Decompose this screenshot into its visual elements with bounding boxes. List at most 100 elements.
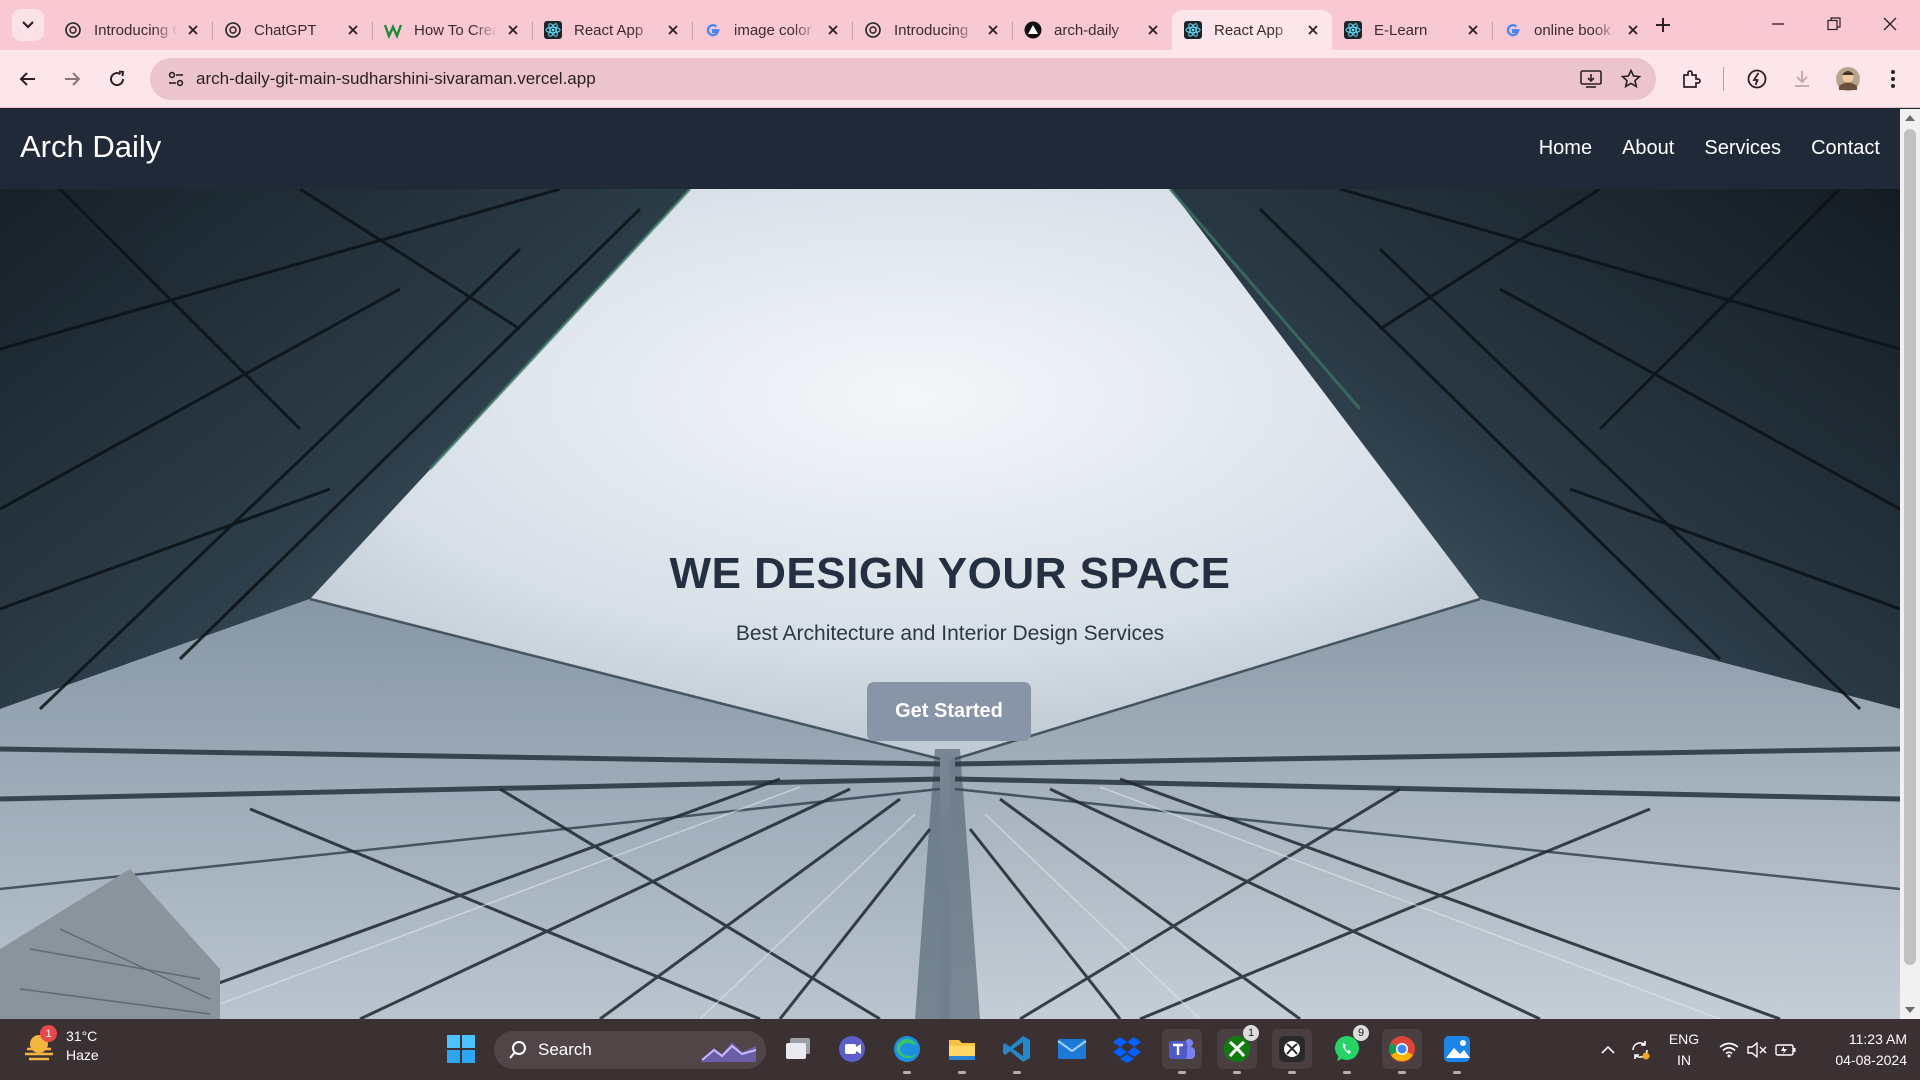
weather-haze-icon: 1 bbox=[22, 1025, 57, 1063]
search-icon bbox=[509, 1041, 526, 1059]
scrollbar-thumb[interactable] bbox=[1904, 129, 1916, 965]
weather-temp: 31°C bbox=[66, 1028, 98, 1044]
tab-0[interactable]: Introducing ChatGPT bbox=[52, 10, 212, 50]
mail-icon[interactable] bbox=[1052, 1029, 1092, 1069]
tab-8[interactable]: E-Learn bbox=[1332, 10, 1492, 50]
close-tab-icon[interactable] bbox=[824, 21, 842, 39]
back-button[interactable] bbox=[12, 63, 44, 95]
openai-icon bbox=[864, 21, 882, 39]
tab-5[interactable]: Introducing bbox=[852, 10, 1012, 50]
battery-charging-icon[interactable] bbox=[1772, 1019, 1800, 1080]
minimize-button[interactable] bbox=[1750, 0, 1806, 48]
get-started-button[interactable]: Get Started bbox=[867, 682, 1031, 741]
dropbox-icon[interactable] bbox=[1107, 1029, 1147, 1069]
close-tab-icon[interactable] bbox=[664, 21, 682, 39]
scroll-down-arrow-icon[interactable] bbox=[1900, 1001, 1920, 1019]
chevron-down-icon bbox=[22, 21, 34, 29]
close-tab-icon[interactable] bbox=[984, 21, 1002, 39]
bookmark-star-icon[interactable] bbox=[1616, 64, 1646, 94]
nav-link-home[interactable]: Home bbox=[1539, 137, 1592, 160]
downloads-button[interactable] bbox=[1786, 63, 1818, 95]
vscode-icon[interactable] bbox=[997, 1029, 1037, 1074]
tab-4[interactable]: image color bbox=[692, 10, 852, 50]
browser-menu-button[interactable] bbox=[1877, 63, 1909, 95]
tab-3[interactable]: React App bbox=[532, 10, 692, 50]
react-icon bbox=[1344, 21, 1362, 39]
edge-icon[interactable] bbox=[887, 1029, 927, 1074]
google-icon bbox=[1504, 21, 1522, 39]
install-app-icon[interactable] bbox=[1576, 64, 1606, 94]
teams-icon[interactable] bbox=[1162, 1029, 1202, 1074]
clock-date: 04-08-2024 bbox=[1835, 1052, 1907, 1068]
hero-subtitle: Best Architecture and Interior Design Se… bbox=[735, 622, 1165, 645]
performance-button[interactable] bbox=[1741, 63, 1773, 95]
new-tab-button[interactable] bbox=[1648, 10, 1678, 40]
openai-icon bbox=[224, 21, 242, 39]
tab-2[interactable]: How To Create bbox=[372, 10, 532, 50]
teams-chat-icon[interactable] bbox=[832, 1029, 872, 1069]
close-tab-icon[interactable] bbox=[184, 21, 202, 39]
tab-7-active[interactable]: React App bbox=[1172, 10, 1332, 50]
nav-link-services[interactable]: Services bbox=[1704, 137, 1781, 160]
search-highlight-icon bbox=[701, 1042, 757, 1062]
hero-section: WE DESIGN YOUR SPACE Best Architecture a… bbox=[0, 189, 1900, 1019]
whatsapp-icon[interactable]: 9 bbox=[1327, 1025, 1369, 1074]
address-bar[interactable]: arch-daily-git-main-sudharshini-sivarama… bbox=[150, 58, 1656, 100]
weather-condition: Haze bbox=[66, 1047, 99, 1063]
start-button[interactable] bbox=[441, 1029, 481, 1069]
site-brand[interactable]: Arch Daily bbox=[20, 129, 161, 165]
reload-icon bbox=[110, 70, 125, 87]
browser-toolbar: arch-daily-git-main-sudharshini-sivarama… bbox=[0, 50, 1920, 108]
scroll-up-arrow-icon[interactable] bbox=[1900, 109, 1920, 127]
show-hidden-icons-chevron-up-icon[interactable] bbox=[1596, 1019, 1620, 1080]
close-window-button[interactable] bbox=[1862, 0, 1918, 48]
tab-9[interactable]: online book bbox=[1492, 10, 1652, 50]
site-info-icon[interactable] bbox=[160, 63, 192, 95]
weather-widget[interactable]: 1 31°C Haze bbox=[22, 1025, 99, 1065]
close-tab-icon[interactable] bbox=[504, 21, 522, 39]
nav-link-contact[interactable]: Contact bbox=[1811, 137, 1880, 160]
clock-time: 11:23 AM bbox=[1848, 1031, 1907, 1047]
language-indicator[interactable]: ENG IN bbox=[1666, 1029, 1702, 1071]
tab-title: ChatGPT bbox=[254, 21, 317, 39]
chrome-icon[interactable] bbox=[1382, 1029, 1422, 1074]
arrow-right-icon bbox=[65, 72, 81, 86]
extensions-button[interactable] bbox=[1675, 63, 1707, 95]
page-scrollbar[interactable] bbox=[1900, 109, 1920, 1019]
task-view-icon[interactable] bbox=[778, 1029, 818, 1069]
close-tab-icon[interactable] bbox=[1304, 21, 1322, 39]
wifi-icon[interactable] bbox=[1716, 1019, 1742, 1080]
site-navbar: Arch Daily Home About Services Contact bbox=[0, 109, 1900, 189]
profile-avatar[interactable] bbox=[1832, 63, 1864, 95]
reload-button[interactable] bbox=[101, 63, 133, 95]
close-tab-icon[interactable] bbox=[344, 21, 362, 39]
photos-icon[interactable] bbox=[1437, 1029, 1477, 1074]
arrow-left-icon bbox=[19, 72, 35, 86]
tab-1[interactable]: ChatGPT bbox=[212, 10, 372, 50]
forward-button[interactable] bbox=[56, 63, 88, 95]
toolbar-divider bbox=[1723, 67, 1724, 91]
react-icon bbox=[544, 21, 562, 39]
close-tab-icon[interactable] bbox=[1624, 21, 1642, 39]
tab-title: E-Learn bbox=[1374, 21, 1428, 39]
speedometer-icon bbox=[1747, 69, 1767, 89]
region-code: IN bbox=[1677, 1052, 1691, 1068]
volume-muted-icon[interactable] bbox=[1744, 1019, 1770, 1080]
sync-icon[interactable] bbox=[1626, 1019, 1654, 1080]
tab-title: React App bbox=[574, 21, 644, 39]
tab-6[interactable]: arch-daily bbox=[1012, 10, 1172, 50]
url-text[interactable]: arch-daily-git-main-sudharshini-sivarama… bbox=[196, 69, 596, 89]
whatsapp-badge: 9 bbox=[1353, 1025, 1369, 1041]
nav-link-about[interactable]: About bbox=[1622, 137, 1674, 160]
system-clock[interactable]: 11:23 AM 04-08-2024 bbox=[1812, 1029, 1907, 1071]
taskbar-search[interactable]: Search bbox=[494, 1031, 766, 1069]
xbox-game-bar-icon[interactable] bbox=[1272, 1029, 1312, 1074]
tab-search-button[interactable] bbox=[12, 9, 44, 41]
tab-title: Introducing ChatGPT bbox=[94, 21, 178, 39]
close-tab-icon[interactable] bbox=[1144, 21, 1162, 39]
xbox-icon[interactable]: 1 bbox=[1217, 1025, 1259, 1074]
restore-button[interactable] bbox=[1806, 0, 1862, 48]
file-explorer-icon[interactable] bbox=[942, 1029, 982, 1074]
windows-taskbar: 1 31°C Haze Search 1 9 ENG IN 11:23 AM 0… bbox=[0, 1019, 1920, 1080]
close-tab-icon[interactable] bbox=[1464, 21, 1482, 39]
